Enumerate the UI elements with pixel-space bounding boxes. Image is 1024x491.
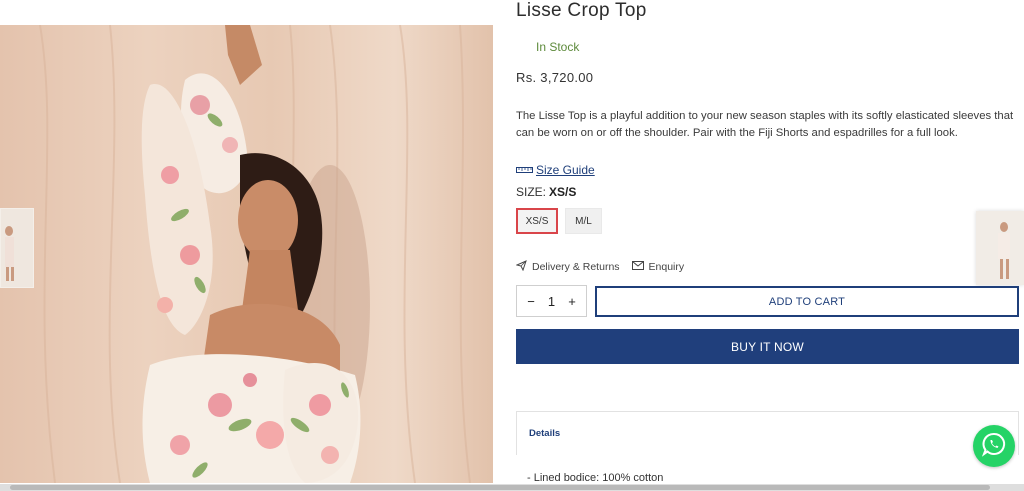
details-accordion-header[interactable]: Details: [516, 411, 1019, 455]
delivery-returns-label: Delivery & Returns: [532, 261, 620, 273]
size-label-text: SIZE:: [516, 185, 547, 199]
size-option-m-l[interactable]: M/L: [565, 208, 602, 234]
enquiry-link[interactable]: Enquiry: [631, 260, 685, 274]
product-price: Rs. 3,720.00: [516, 70, 594, 85]
ruler-icon: [516, 163, 533, 177]
add-to-cart-button[interactable]: ADD TO CART: [595, 286, 1019, 317]
scrollbar-thumb[interactable]: [10, 485, 990, 490]
envelope-icon: [631, 261, 644, 273]
quantity-decrease-button[interactable]: −: [525, 294, 537, 309]
size-guide-label[interactable]: Size Guide: [536, 163, 595, 177]
thumbnail-previous[interactable]: [0, 208, 34, 288]
size-selected-label: SIZE: XS/S: [516, 185, 576, 199]
quantity-value[interactable]: 1: [548, 294, 555, 309]
quantity-stepper: − 1 +: [516, 285, 587, 317]
horizontal-scrollbar[interactable]: [0, 484, 1024, 491]
size-option-xs-s[interactable]: XS/S: [516, 208, 558, 234]
details-heading: Details: [529, 428, 561, 439]
stock-status: In Stock: [536, 40, 580, 54]
thumbnail-next[interactable]: [976, 211, 1024, 285]
size-selected-value: XS/S: [549, 185, 577, 199]
size-guide-link[interactable]: Size Guide: [516, 163, 595, 177]
whatsapp-icon: [981, 431, 1007, 462]
info-links: Delivery & Returns Enquiry: [515, 260, 685, 274]
whatsapp-chat-button[interactable]: [973, 425, 1015, 467]
quantity-increase-button[interactable]: +: [566, 294, 578, 309]
paper-plane-icon: [515, 260, 527, 274]
delivery-returns-link[interactable]: Delivery & Returns: [515, 260, 620, 274]
buy-it-now-button[interactable]: BUY IT NOW: [516, 329, 1019, 364]
product-description: The Lisse Top is a playful addition to y…: [516, 110, 1014, 139]
product-photo-illustration: [39, 25, 471, 483]
enquiry-label: Enquiry: [648, 261, 685, 273]
product-image[interactable]: [0, 25, 493, 483]
details-line: - Lined bodice: 100% cotton: [527, 472, 664, 484]
product-title: Lisse Crop Top: [516, 0, 647, 21]
